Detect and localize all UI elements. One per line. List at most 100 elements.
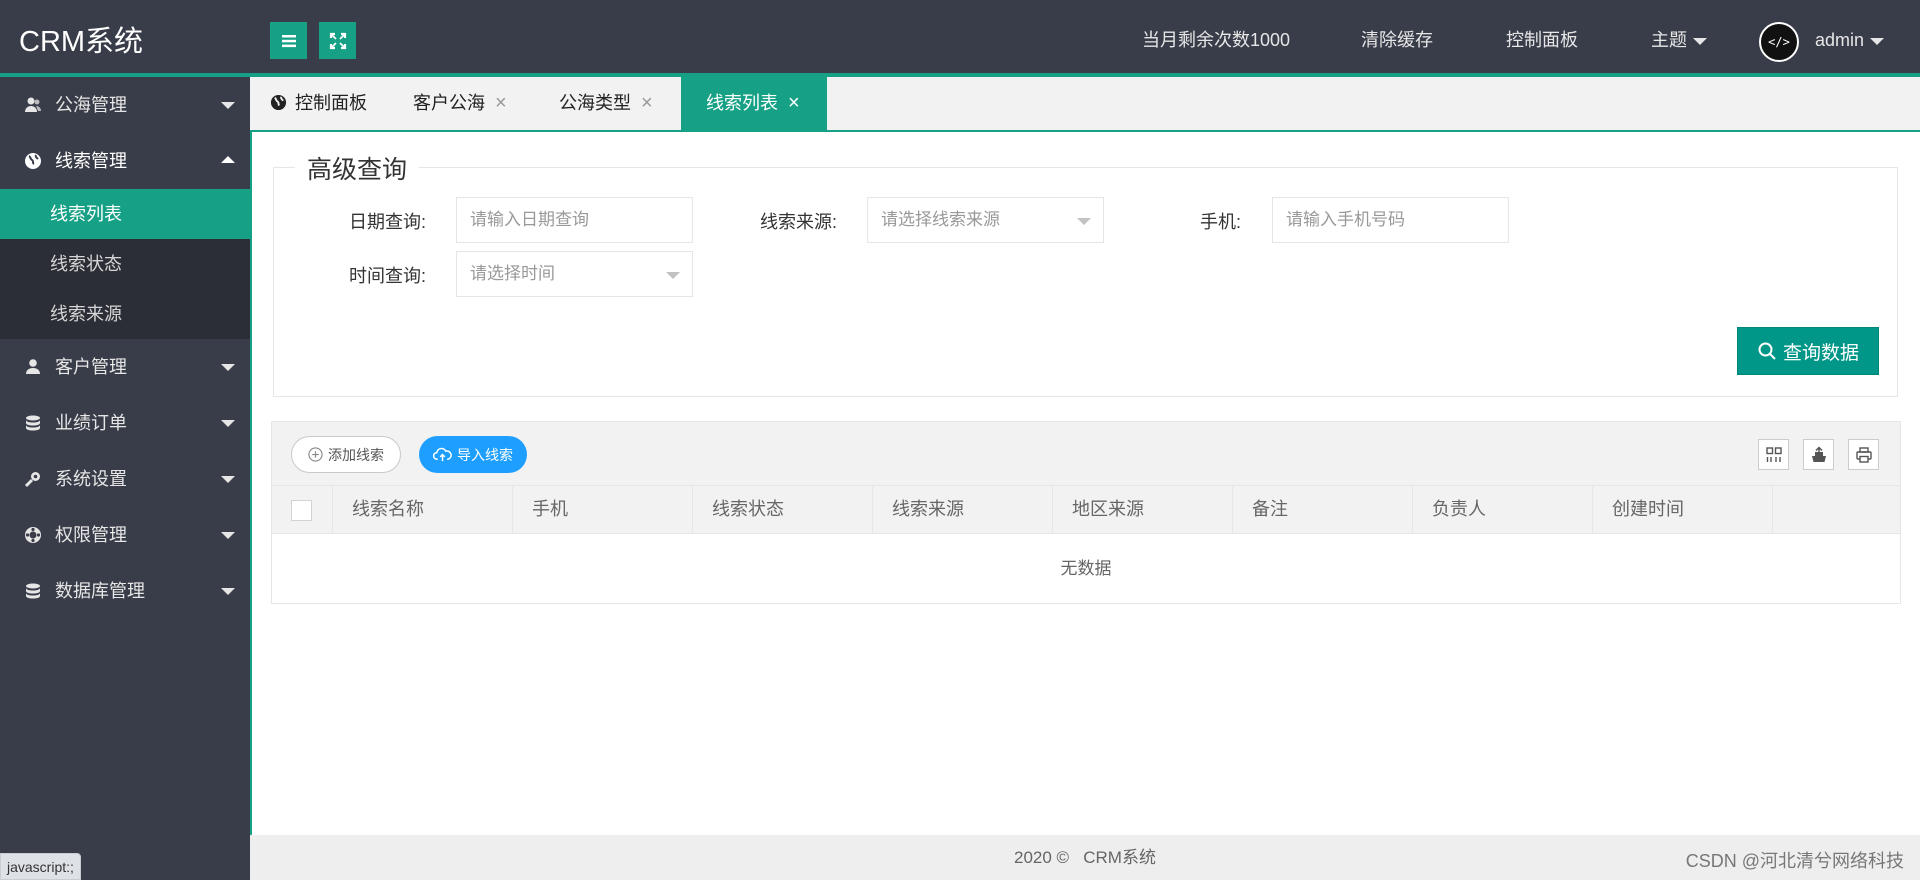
sidebar-item-leads[interactable]: 线索管理 [0,133,250,189]
sidebar-submenu-leads: 线索列表 线索状态 线索来源 [0,189,250,339]
export-button[interactable] [1803,439,1834,470]
sidebar-item-label: 权限管理 [55,525,127,545]
add-lead-button[interactable]: 添加线索 [291,436,401,473]
sidebar-item-label: 客户管理 [55,357,127,377]
column-header[interactable]: 线索名称 [333,486,513,533]
globe-icon [270,94,287,111]
theme-dropdown[interactable]: 主题 [1651,0,1707,77]
plus-circle-icon [308,447,323,462]
menu-toggle-button[interactable] [270,22,307,59]
select-all-checkbox[interactable] [291,500,312,521]
sidebar-item-database[interactable]: 数据库管理 [0,563,250,619]
sidebar: 公海管理 线索管理 线索列表 线索状态 线索来源 客户管理 业绩订单 系统设置 [0,77,250,880]
select-all-cell [272,486,333,533]
columns-filter-button[interactable] [1758,439,1789,470]
chevron-down-icon [221,102,235,109]
column-header[interactable]: 线索状态 [693,486,873,533]
advanced-search-title: 高级查询 [295,150,420,186]
lead-source-label: 线索来源: [760,212,838,232]
sidebar-item-label: 系统设置 [55,469,127,489]
tab-customer-sea[interactable]: 客户公海 × [413,77,507,130]
clear-cache-link[interactable]: 清除缓存 [1361,0,1433,77]
app-logo[interactable]: CRM系统 [19,0,143,84]
tab-sea-type[interactable]: 公海类型 × [559,77,653,130]
date-query-label: 日期查询: [349,212,427,232]
tab-dashboard[interactable]: 控制面板 [270,77,367,130]
export-icon [1811,445,1826,462]
cloud-upload-icon [433,447,452,462]
tab-label: 线索列表 [706,93,778,113]
tab-label: 控制面板 [295,93,367,113]
users-icon [25,97,41,112]
sidebar-subitem-lead-source[interactable]: 线索来源 [0,289,250,339]
close-icon[interactable]: × [788,92,800,114]
top-header: CRM系统 当月剩余次数1000 清除缓存 控制面板 主题 </> admin [0,0,1920,77]
sidebar-subitem-lead-list[interactable]: 线索列表 [0,189,250,239]
time-query-select[interactable]: 请选择时间 [456,251,693,297]
import-lead-label: 导入线索 [457,446,513,463]
footer: 2020 © CRM系统 [250,835,1920,880]
column-header[interactable]: 线索来源 [873,486,1053,533]
column-header[interactable]: 备注 [1233,486,1413,533]
sidebar-item-label: 数据库管理 [55,581,145,601]
add-lead-label: 添加线索 [328,446,384,463]
quota-link[interactable]: 当月剩余次数1000 [1142,0,1290,77]
database-icon [26,583,40,599]
query-button[interactable]: 查询数据 [1737,327,1879,375]
user-name: admin [1815,30,1865,50]
sidebar-item-settings[interactable]: 系统设置 [0,451,250,507]
sidebar-item-orders[interactable]: 业绩订单 [0,395,250,451]
database-icon [26,415,40,431]
sidebar-item-public-sea[interactable]: 公海管理 [0,77,250,133]
column-header[interactable]: 手机 [513,486,693,533]
import-lead-button[interactable]: 导入线索 [419,436,527,473]
lead-table: 线索名称 手机 线索状态 线索来源 地区来源 备注 负责人 创建时间 无数据 [271,485,1901,604]
chevron-down-icon [221,476,235,483]
menu-icon [281,34,296,47]
phone-label: 手机: [1200,212,1242,232]
column-header[interactable]: 负责人 [1413,486,1593,533]
tab-label: 客户公海 [413,93,485,113]
table-header: 线索名称 手机 线索状态 线索来源 地区来源 备注 负责人 创建时间 [272,486,1900,534]
dashboard-link[interactable]: 控制面板 [1506,0,1578,77]
tab-label: 公海类型 [559,93,631,113]
column-header[interactable]: 创建时间 [1593,486,1773,533]
lead-source-select[interactable]: 请选择线索来源 [867,197,1104,243]
watermark: CSDN @河北清兮网络科技 [1685,851,1904,871]
query-button-label: 查询数据 [1782,342,1859,364]
date-query-input[interactable] [456,197,693,243]
lead-source-placeholder: 请选择线索来源 [881,210,1000,229]
sidebar-item-customers[interactable]: 客户管理 [0,339,250,395]
fullscreen-icon [329,32,346,49]
chevron-down-icon [1077,218,1091,225]
theme-label: 主题 [1651,30,1687,50]
chevron-down-icon [221,588,235,595]
print-button[interactable] [1848,439,1879,470]
user-icon [26,359,40,374]
close-icon[interactable]: × [641,92,653,114]
tab-lead-list[interactable]: 线索列表 × [681,77,827,130]
chevron-down-icon [221,532,235,539]
close-icon[interactable]: × [495,92,507,114]
column-header-actions [1773,486,1900,533]
search-icon [1758,342,1776,360]
time-query-placeholder: 请选择时间 [470,264,555,283]
chevron-down-icon [666,272,680,279]
sidebar-subitem-lead-status[interactable]: 线索状态 [0,239,250,289]
phone-input[interactable] [1272,197,1509,243]
avatar[interactable]: </> [1759,22,1799,62]
tab-bar: 控制面板 客户公海 × 公海类型 × 线索列表 × [250,77,1920,132]
chevron-up-icon [221,156,235,163]
content-left-border [250,132,252,835]
chevron-down-icon [221,420,235,427]
chevron-down-icon [221,364,235,371]
globe-icon [25,153,41,169]
status-bar-url: javascript:; [0,853,81,880]
print-icon [1855,446,1872,463]
chevron-down-icon [1870,37,1885,45]
user-dropdown[interactable]: admin [1815,0,1885,77]
chevron-down-icon [1693,37,1707,45]
sidebar-item-permissions[interactable]: 权限管理 [0,507,250,563]
fullscreen-button[interactable] [319,22,356,59]
column-header[interactable]: 地区来源 [1053,486,1233,533]
